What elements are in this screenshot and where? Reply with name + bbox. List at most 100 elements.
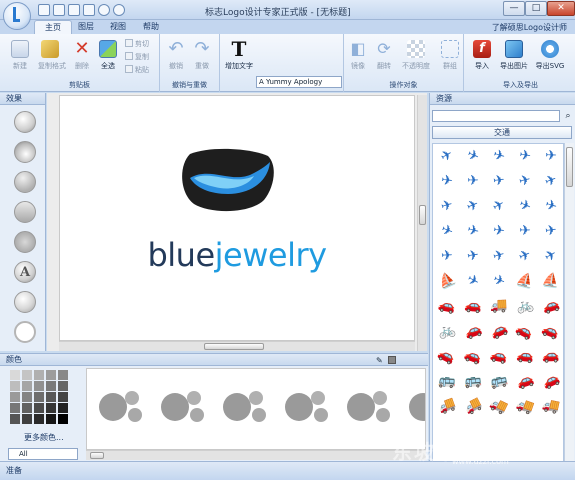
- resource-item[interactable]: 🚗: [460, 295, 486, 317]
- logo-graphic[interactable]: [180, 148, 276, 212]
- resource-item[interactable]: ✈: [458, 144, 488, 170]
- resource-item[interactable]: ✈: [510, 192, 540, 220]
- color-pattern[interactable]: [285, 387, 331, 427]
- resource-item[interactable]: 🚗: [458, 343, 487, 370]
- resource-item[interactable]: ✈: [539, 146, 563, 167]
- select-all-button[interactable]: 全选: [96, 40, 120, 71]
- color-pattern[interactable]: [161, 387, 207, 427]
- design-canvas[interactable]: bluejewelry: [59, 95, 415, 341]
- print-icon[interactable]: [83, 4, 95, 16]
- pattern-scrollbar[interactable]: [86, 450, 426, 460]
- resource-item[interactable]: 🚚: [510, 393, 539, 420]
- resource-item[interactable]: 🚚: [458, 392, 488, 421]
- resource-category-select[interactable]: 交通: [432, 126, 572, 139]
- effect-swatch[interactable]: [14, 291, 36, 313]
- canvas-horizontal-scrollbar[interactable]: [59, 341, 415, 351]
- new-file-icon[interactable]: [38, 4, 50, 16]
- color-swatch[interactable]: [58, 414, 68, 424]
- resource-item[interactable]: 🚗: [510, 368, 539, 394]
- resource-item[interactable]: 🚗: [536, 367, 563, 395]
- palette-filter-select[interactable]: All: [8, 448, 78, 460]
- resource-item[interactable]: ✈: [486, 170, 512, 193]
- resource-item[interactable]: ✈: [484, 191, 515, 220]
- redo-button[interactable]: ↷ 重做: [190, 40, 214, 71]
- resource-item[interactable]: 🚗: [536, 317, 563, 344]
- resource-item[interactable]: ✈: [512, 144, 539, 168]
- open-file-icon[interactable]: [53, 4, 65, 16]
- about-link[interactable]: 了解硕思Logo设计师: [492, 22, 567, 33]
- resource-item[interactable]: 🚌: [485, 369, 512, 393]
- resource-item[interactable]: ✈: [433, 144, 462, 171]
- resource-item[interactable]: ✈: [485, 144, 514, 169]
- resource-item[interactable]: 🚗: [510, 317, 541, 346]
- effect-swatch[interactable]: [14, 171, 36, 193]
- resource-item[interactable]: ✈: [510, 242, 540, 270]
- resource-item[interactable]: 🚗: [433, 342, 462, 370]
- effect-swatch[interactable]: [14, 231, 36, 253]
- group-button[interactable]: 群组: [438, 40, 462, 71]
- color-pattern[interactable]: [223, 387, 269, 427]
- resource-item[interactable]: ⛵: [433, 267, 462, 295]
- resource-item[interactable]: ✈: [433, 217, 462, 244]
- resource-item[interactable]: 🚚: [487, 296, 512, 317]
- color-swatch[interactable]: [46, 370, 56, 380]
- color-swatch[interactable]: [46, 392, 56, 402]
- color-swatch[interactable]: [46, 403, 56, 413]
- resource-item[interactable]: ✈: [485, 243, 514, 269]
- effect-swatch[interactable]: [14, 111, 36, 133]
- color-swatch[interactable]: [46, 381, 56, 391]
- new-button[interactable]: 新建: [8, 40, 32, 71]
- delete-button[interactable]: ✕ 删除: [70, 40, 94, 71]
- color-pattern[interactable]: [347, 387, 393, 427]
- resource-item[interactable]: 🚌: [434, 370, 459, 391]
- mirror-button[interactable]: ◧ 镜像: [346, 40, 370, 71]
- resource-item[interactable]: ✈: [458, 192, 488, 220]
- color-swatch[interactable]: [46, 414, 56, 424]
- close-button[interactable]: ✕: [547, 1, 575, 16]
- resource-item[interactable]: ✈: [484, 267, 514, 294]
- color-swatch[interactable]: [22, 392, 32, 402]
- resource-item[interactable]: 🚗: [433, 294, 461, 319]
- resource-item[interactable]: 🚗: [512, 345, 538, 367]
- search-icon[interactable]: ⌕: [563, 110, 573, 122]
- resource-item[interactable]: ✈: [461, 171, 485, 191]
- eyedropper-icon[interactable]: ✎: [376, 356, 383, 365]
- resource-item[interactable]: ✈: [460, 244, 487, 268]
- tab-home[interactable]: 主页: [34, 20, 72, 34]
- color-swatch[interactable]: [10, 414, 20, 424]
- color-swatch[interactable]: [58, 403, 68, 413]
- tab-view[interactable]: 视图: [100, 20, 136, 34]
- current-color-swatch[interactable]: [388, 356, 396, 364]
- resource-item[interactable]: ✈: [513, 221, 537, 241]
- color-swatch[interactable]: [10, 370, 20, 380]
- resource-item[interactable]: 🚲: [512, 294, 539, 318]
- export-svg-button[interactable]: 导出SVG: [534, 40, 566, 71]
- scroll-thumb[interactable]: [419, 205, 426, 225]
- save-icon[interactable]: [68, 4, 80, 16]
- undo-quick-icon[interactable]: [98, 4, 110, 16]
- resource-search-input[interactable]: [432, 110, 560, 122]
- color-swatch[interactable]: [34, 381, 44, 391]
- paste-button[interactable]: 粘贴: [125, 65, 149, 75]
- color-swatch[interactable]: [10, 403, 20, 413]
- color-swatch[interactable]: [34, 392, 44, 402]
- effect-swatch[interactable]: [14, 201, 36, 223]
- maximize-button[interactable]: □: [525, 1, 547, 16]
- effect-swatch[interactable]: [14, 321, 36, 343]
- color-swatch[interactable]: [22, 403, 32, 413]
- tab-help[interactable]: 帮助: [133, 20, 169, 34]
- resource-item[interactable]: 🚚: [537, 394, 563, 419]
- color-pattern[interactable]: [409, 387, 426, 427]
- resource-item[interactable]: 🚗: [485, 344, 513, 369]
- opacity-button[interactable]: 不透明度: [400, 40, 432, 71]
- resource-item[interactable]: ✈: [433, 193, 461, 219]
- resource-scrollbar[interactable]: [564, 143, 574, 469]
- resource-item[interactable]: 🚗: [458, 318, 487, 344]
- color-swatch[interactable]: [34, 414, 44, 424]
- scroll-thumb[interactable]: [566, 147, 573, 187]
- import-button[interactable]: f 导入: [470, 40, 494, 71]
- color-swatch[interactable]: [34, 403, 44, 413]
- scroll-thumb[interactable]: [204, 343, 264, 350]
- resource-item[interactable]: ⛵: [538, 270, 563, 293]
- redo-quick-icon[interactable]: [113, 4, 125, 16]
